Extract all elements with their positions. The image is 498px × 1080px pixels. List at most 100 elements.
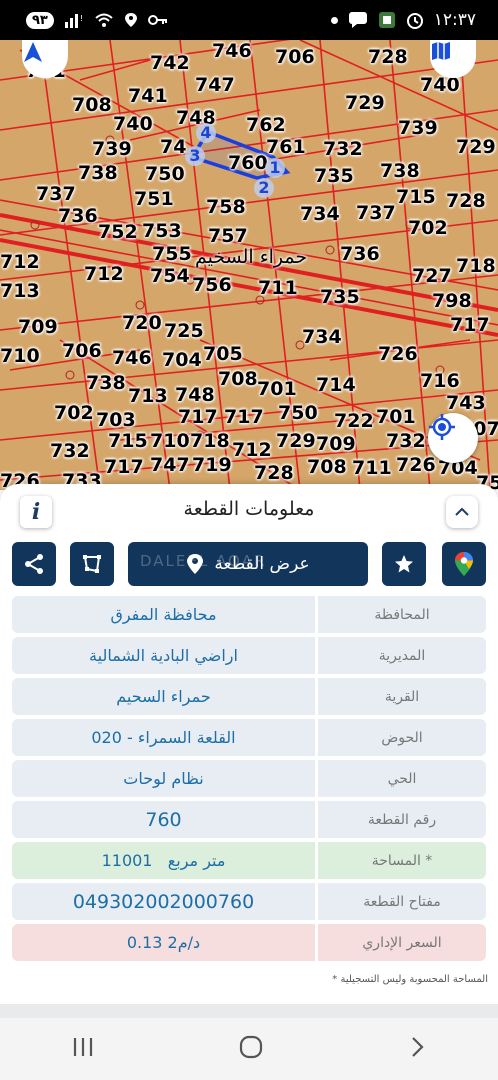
parcel-number-label[interactable]: 728 — [368, 46, 408, 68]
parcel-number-label[interactable]: 74 — [160, 136, 186, 158]
google-maps-button[interactable] — [442, 542, 486, 586]
share-button[interactable] — [12, 542, 56, 586]
parcel-number-label[interactable]: 736 — [340, 243, 380, 265]
parcel-number-label[interactable]: 737 — [356, 202, 396, 224]
parcel-number-label[interactable]: 713 — [0, 280, 40, 302]
parcel-number-label[interactable]: 732 — [323, 138, 363, 160]
parcel-number-label[interactable]: 701 — [257, 378, 297, 400]
parcel-number-label[interactable]: 758 — [206, 196, 246, 218]
parcel-number-label[interactable]: 711 — [352, 457, 392, 479]
parcel-number-label[interactable]: 743 — [446, 392, 486, 414]
parcel-number-label[interactable]: 711 — [258, 277, 298, 299]
vertex-marker-1[interactable]: 1 — [265, 158, 285, 178]
parcel-number-label[interactable]: 798 — [432, 290, 472, 312]
parcel-number-label[interactable]: 732 — [50, 440, 90, 462]
parcel-number-label[interactable]: 705 — [203, 343, 243, 365]
recent-apps-button[interactable] — [71, 1036, 95, 1062]
parcel-number-label[interactable]: 739 — [92, 138, 132, 160]
parcel-number-label[interactable]: 742 — [150, 52, 190, 74]
parcel-number-label[interactable]: 715 — [396, 186, 436, 208]
parcel-number-label[interactable]: 728 — [254, 462, 294, 484]
parcel-number-label[interactable]: 708 — [307, 456, 347, 478]
parcel-number-label[interactable]: 725 — [164, 320, 204, 342]
parcel-key-value[interactable]: 049302002000760 — [12, 883, 318, 920]
parcel-number-label[interactable]: 715 — [108, 430, 148, 452]
parcel-number-label[interactable]: 703 — [96, 409, 136, 431]
parcel-number-label[interactable]: 714 — [316, 374, 356, 396]
parcel-number-label[interactable]: 734 — [300, 203, 340, 225]
vertex-marker-3[interactable]: 3 — [185, 146, 205, 166]
parcel-number-label[interactable]: 727 — [412, 265, 452, 287]
vertex-marker-4[interactable]: 4 — [196, 123, 216, 143]
parcel-number-label[interactable]: 718 — [456, 255, 496, 277]
parcel-number-label[interactable]: 726 — [396, 454, 436, 476]
parcel-number-label[interactable]: 717 — [450, 314, 490, 336]
parcel-number-label[interactable]: 746 — [212, 40, 252, 62]
parcel-number-label[interactable]: 708 — [72, 94, 112, 116]
back-button[interactable] — [407, 1035, 427, 1063]
parcel-number-label[interactable]: 709 — [18, 316, 58, 338]
parcel-number-label[interactable]: 701 — [376, 406, 416, 428]
parcel-number-label[interactable]: 747 — [150, 454, 190, 476]
my-location-button[interactable] — [428, 413, 478, 463]
parcel-number-label[interactable]: 712 — [0, 251, 40, 273]
parcel-number-label[interactable]: 746 — [112, 347, 152, 369]
show-parcel-button[interactable]: عرض القطعة — [128, 542, 368, 586]
parcel-number-label[interactable]: 710 — [150, 430, 190, 452]
parcel-number-label[interactable]: 719 — [192, 454, 232, 476]
vertex-marker-2[interactable]: 2 — [254, 178, 274, 198]
parcel-number-label[interactable]: 706 — [275, 46, 315, 68]
parcel-number-label[interactable]: 717 — [178, 406, 218, 428]
collapse-button[interactable] — [446, 496, 478, 528]
parcel-number-label[interactable]: 738 — [78, 162, 118, 184]
parcel-number-label[interactable]: 713 — [128, 385, 168, 407]
parcel-number-label[interactable]: 747 — [195, 74, 235, 96]
parcel-number-label[interactable]: 716 — [420, 370, 460, 392]
parcel-number-label[interactable]: 712 — [84, 263, 124, 285]
parcel-number-label[interactable]: 754 — [150, 265, 190, 287]
parcel-number-label[interactable]: 762 — [246, 114, 286, 136]
parcel-number-label[interactable]: 729 — [456, 136, 496, 158]
favorite-button[interactable] — [382, 542, 426, 586]
parcel-number-label[interactable]: 708 — [218, 368, 258, 390]
parcel-number-label[interactable]: 706 — [62, 340, 102, 362]
parcel-number-label[interactable]: 717 — [104, 456, 144, 478]
parcel-number-label[interactable]: 712 — [232, 439, 272, 461]
home-button[interactable] — [238, 1034, 264, 1064]
parcel-number-label[interactable]: 750 — [278, 402, 318, 424]
parcel-number-label[interactable]: 704 — [162, 349, 202, 371]
parcel-number-label[interactable]: 709 — [316, 433, 356, 455]
parcel-number-label[interactable]: 760 — [228, 152, 268, 174]
parcel-number-label[interactable]: 737 — [36, 183, 76, 205]
parcel-number-label[interactable]: 710 — [0, 345, 40, 367]
parcel-number-label[interactable]: 729 — [276, 430, 316, 452]
parcel-number-label[interactable]: 732 — [386, 430, 426, 452]
parcel-number-label[interactable]: 735 — [320, 286, 360, 308]
parcel-number-label[interactable]: 761 — [266, 136, 306, 158]
parcel-number-label[interactable]: 753 — [142, 220, 182, 242]
parcel-number-label[interactable]: 751 — [134, 188, 174, 210]
parcel-number-label[interactable]: 750 — [145, 163, 185, 185]
parcel-number-label[interactable]: 755 — [152, 243, 192, 265]
parcel-number-label[interactable]: 739 — [398, 117, 438, 139]
parcel-number-label[interactable]: 736 — [58, 205, 98, 227]
parcel-number-label[interactable]: 748 — [175, 384, 215, 406]
parcel-number-label[interactable]: 741 — [128, 85, 168, 107]
polygon-button[interactable] — [70, 542, 114, 586]
parcel-number-label[interactable]: 752 — [98, 221, 138, 243]
parcel-number-label[interactable]: 740 — [113, 113, 153, 135]
parcel-number-label[interactable]: 720 — [122, 312, 162, 334]
parcel-number-label[interactable]: 702 — [54, 402, 94, 424]
parcel-number-label[interactable]: 734 — [302, 326, 342, 348]
parcel-number-label[interactable]: 735 — [314, 165, 354, 187]
parcel-number-label[interactable]: 717 — [224, 406, 264, 428]
parcel-number-label[interactable]: 702 — [408, 217, 448, 239]
parcel-number-label[interactable]: 728 — [446, 190, 486, 212]
parcel-number-label[interactable]: 756 — [192, 274, 232, 296]
parcel-number-label[interactable]: 722 — [334, 410, 374, 432]
parcel-number-label[interactable]: 738 — [86, 372, 126, 394]
parcel-number-label[interactable]: 718 — [190, 430, 230, 452]
parcel-number-label[interactable]: 738 — [380, 160, 420, 182]
parcel-map[interactable]: 7017427467067287407477417087297407487627… — [0, 40, 498, 490]
parcel-number-label[interactable]: 729 — [345, 92, 385, 114]
